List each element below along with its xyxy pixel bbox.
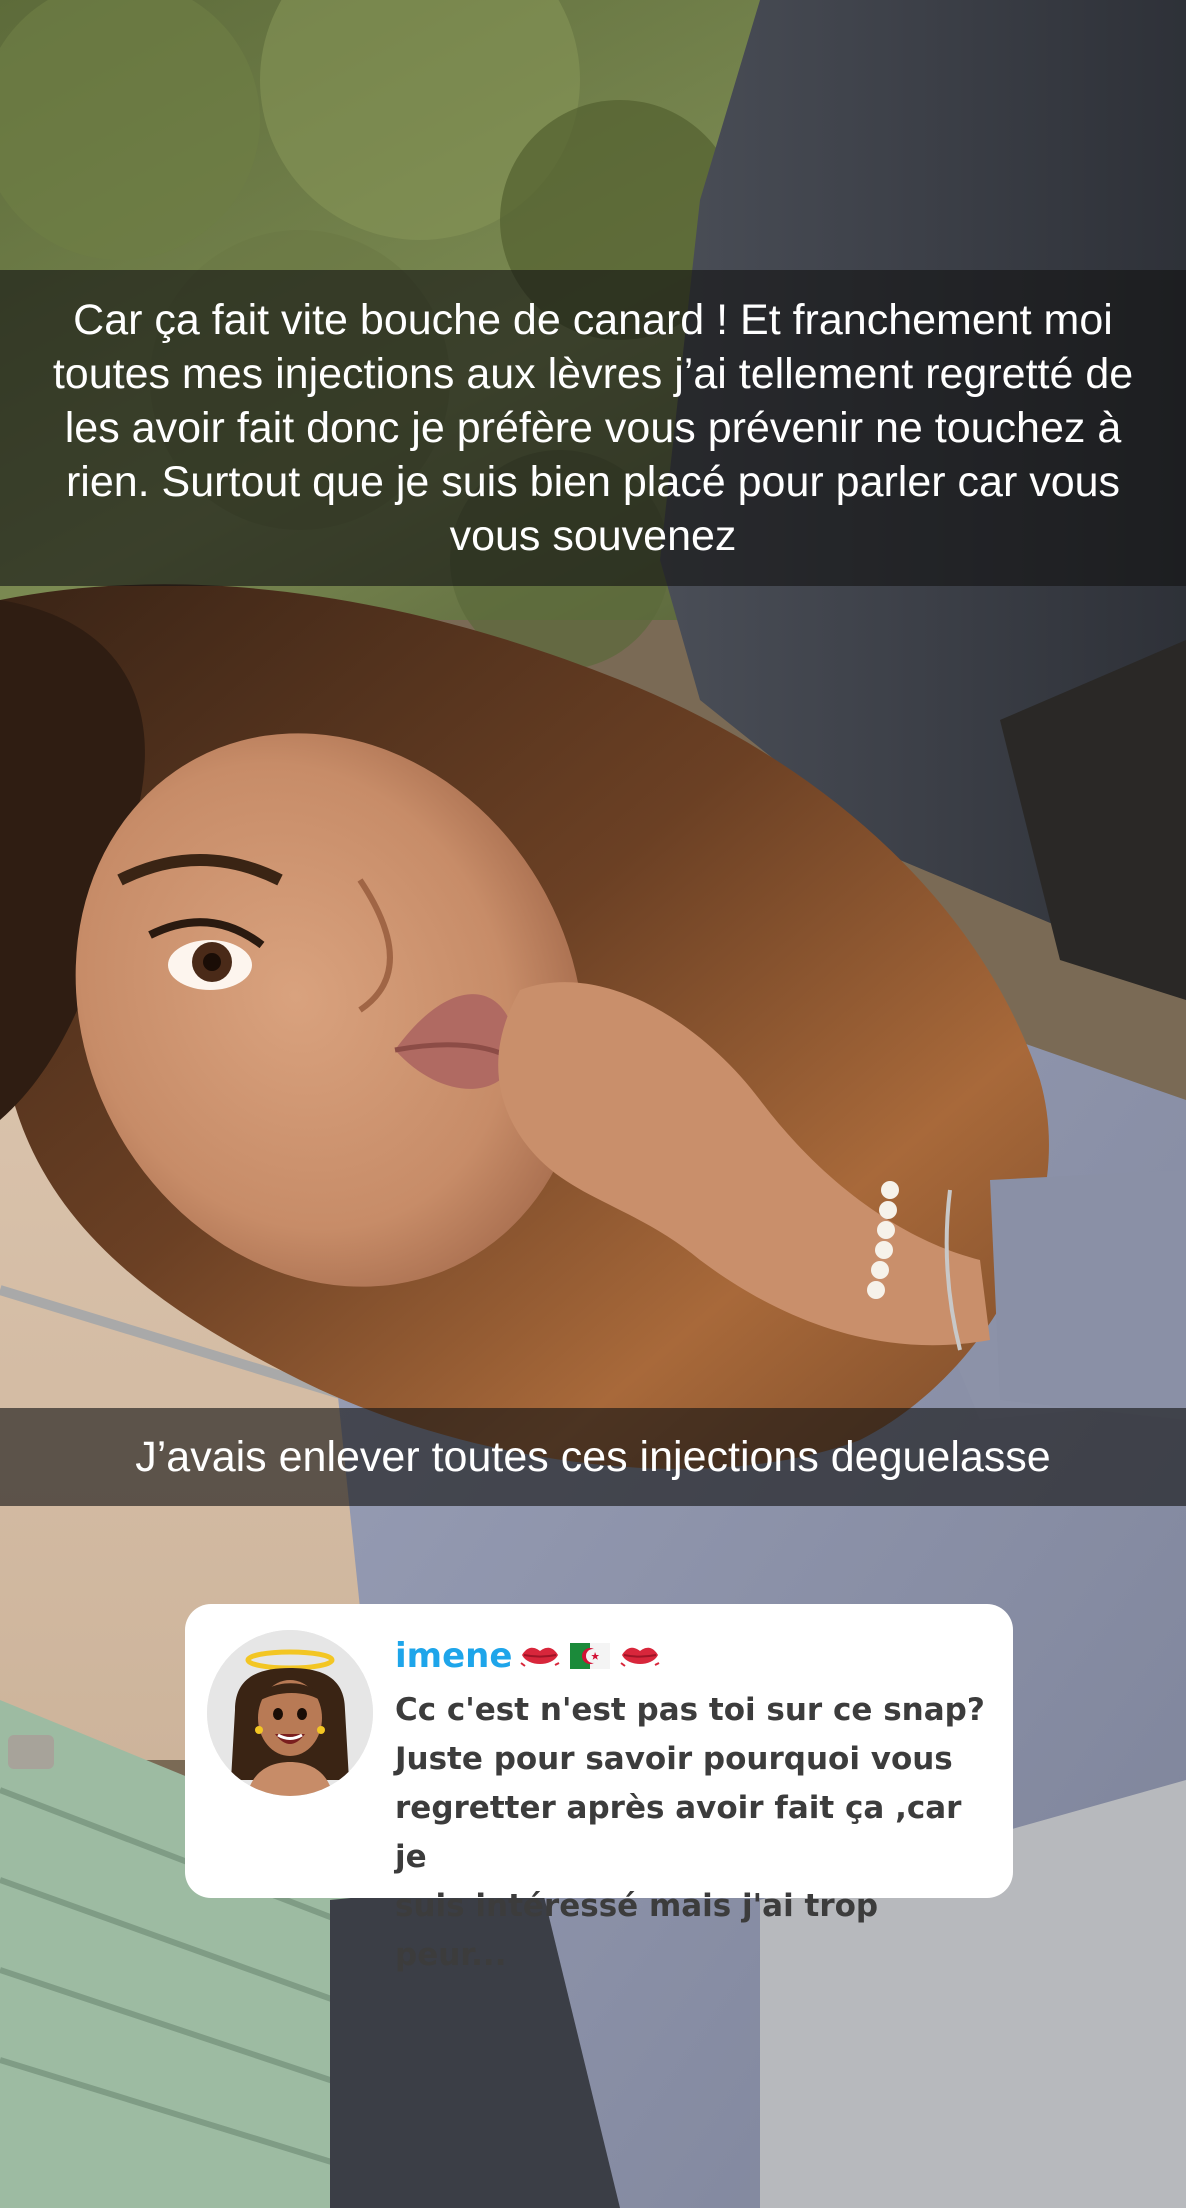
story-caption-bottom: J’avais enlever toutes ces injections de… [0, 1408, 1186, 1506]
reply-sticker[interactable]: imene Cc c'est n'est pas toi sur ce snap… [185, 1604, 1013, 1973]
reply-emojis [520, 1641, 660, 1671]
reply-username: imene [395, 1636, 513, 1676]
avatar [207, 1630, 373, 1796]
lips-icon [520, 1641, 560, 1671]
lips-icon [620, 1641, 660, 1671]
algeria-flag-icon [570, 1641, 611, 1671]
reply-message: Cc c'est n'est pas toi sur ce snap? Just… [395, 1692, 985, 1973]
reply-header: imene [395, 1630, 660, 1682]
caption-top-text: Car ça fait vite bouche de canard ! Et f… [52, 296, 1134, 560]
story-caption-top: Car ça fait vite bouche de canard ! Et f… [0, 270, 1186, 586]
caption-bottom-text: J’avais enlever toutes ces injections de… [135, 1433, 1051, 1481]
